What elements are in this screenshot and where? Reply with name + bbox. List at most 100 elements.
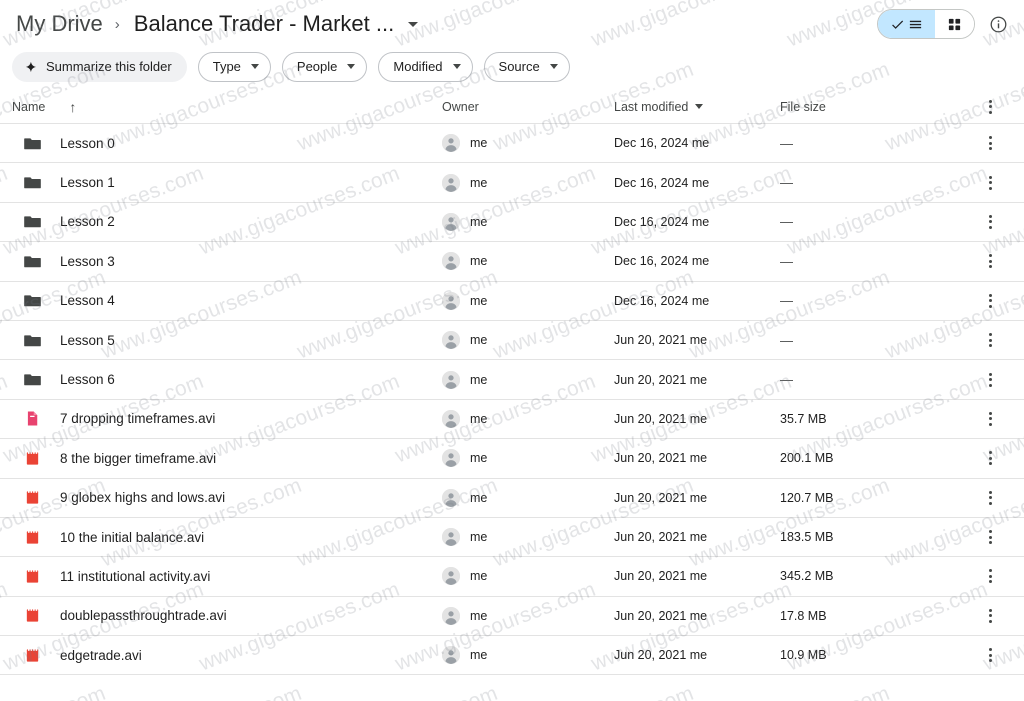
- more-options-icon[interactable]: [976, 602, 1004, 630]
- table-row[interactable]: 7 dropping timeframes.avi me Jun 20, 2021 …: [0, 400, 1024, 440]
- cell-name[interactable]: Lesson 1: [12, 173, 442, 193]
- filter-chip-people[interactable]: People: [281, 51, 368, 82]
- filter-chip-type[interactable]: Type: [197, 51, 271, 82]
- more-options-icon[interactable]: [976, 326, 1004, 354]
- more-options-icon[interactable]: [976, 129, 1004, 157]
- table-row[interactable]: 10 the initial balance.avi me Jun 20, 2021…: [0, 518, 1024, 558]
- table-row[interactable]: doublepassthroughtrade.avi me Jun 20, 2021…: [0, 597, 1024, 637]
- table-row[interactable]: Lesson 0 me Dec 16, 2024 me —: [0, 124, 1024, 164]
- column-header-owner[interactable]: Owner: [442, 100, 614, 114]
- cell-options[interactable]: [976, 562, 1012, 590]
- more-options-icon[interactable]: [976, 366, 1004, 394]
- item-name-label: 7 dropping timeframes.avi: [60, 411, 216, 427]
- file-list-body: Lesson 0 me Dec 16, 2024 me — Lesson 1 me Dec …: [0, 124, 1024, 676]
- grid-view-button[interactable]: [935, 10, 974, 38]
- cell-name[interactable]: Lesson 4: [12, 291, 442, 311]
- cell-owner: me: [442, 212, 614, 231]
- chevron-down-icon[interactable]: [408, 21, 419, 27]
- cell-options[interactable]: [976, 247, 1012, 275]
- cell-file-size: —: [780, 372, 976, 387]
- chevron-down-icon: [549, 64, 558, 69]
- breadcrumb-separator: ›: [114, 15, 120, 33]
- breadcrumb-current-folder[interactable]: Balance Trader - Market ...: [130, 8, 398, 40]
- header-actions: [877, 9, 1012, 39]
- table-row[interactable]: Lesson 2 me Dec 16, 2024 me —: [0, 203, 1024, 243]
- cell-options[interactable]: [976, 326, 1012, 354]
- table-row[interactable]: Lesson 3 me Dec 16, 2024 me —: [0, 242, 1024, 282]
- column-header-last-modified[interactable]: Last modified: [614, 100, 780, 114]
- cell-name[interactable]: 9 globex highs and lows.avi: [12, 488, 442, 508]
- column-header-name[interactable]: Name ↑: [12, 100, 442, 114]
- cell-name[interactable]: doublepassthroughtrade.avi: [12, 606, 442, 626]
- more-options-icon[interactable]: [976, 93, 1004, 121]
- item-name-label: Lesson 5: [60, 332, 115, 348]
- cell-owner: me: [442, 646, 614, 665]
- file-size-label: 183.5 MB: [780, 530, 834, 545]
- filter-chip-source[interactable]: Source: [483, 51, 570, 82]
- avatar: [442, 567, 460, 586]
- video-doc-icon: [22, 409, 42, 429]
- item-name-label: Lesson 6: [60, 372, 115, 388]
- more-options-icon[interactable]: [976, 208, 1004, 236]
- cell-name[interactable]: Lesson 6: [12, 370, 442, 390]
- more-options-icon[interactable]: [976, 444, 1004, 472]
- table-row[interactable]: Lesson 1 me Dec 16, 2024 me —: [0, 163, 1024, 203]
- filter-chip-modified[interactable]: Modified: [378, 51, 473, 82]
- cell-options[interactable]: [976, 641, 1012, 669]
- avatar-icon: [442, 606, 460, 625]
- file-size-label: 120.7 MB: [780, 490, 834, 505]
- table-row[interactable]: edgetrade.avi me Jun 20, 2021 me 10.9 MB: [0, 636, 1024, 676]
- more-options-icon[interactable]: [976, 405, 1004, 433]
- cell-name[interactable]: Lesson 3: [12, 251, 442, 271]
- cell-options[interactable]: [976, 523, 1012, 551]
- cell-name[interactable]: Lesson 2: [12, 212, 442, 232]
- breadcrumb-my-drive[interactable]: My Drive: [12, 8, 107, 40]
- column-header-file-size[interactable]: File size: [780, 100, 976, 114]
- info-button[interactable]: [989, 15, 1008, 34]
- file-size-label: —: [780, 253, 793, 269]
- cell-options[interactable]: [976, 484, 1012, 512]
- cell-name[interactable]: 11 institutional activity.avi: [12, 566, 442, 586]
- more-options-icon[interactable]: [976, 562, 1004, 590]
- cell-options[interactable]: [976, 287, 1012, 315]
- cell-file-size: 200.1 MB: [780, 451, 976, 465]
- avatar-icon: [442, 173, 460, 192]
- table-row[interactable]: 8 the bigger timeframe.avi me Jun 20, 2021…: [0, 439, 1024, 479]
- more-options-icon[interactable]: [976, 287, 1004, 315]
- more-options-icon[interactable]: [976, 641, 1004, 669]
- cell-options[interactable]: [976, 366, 1012, 394]
- cell-options[interactable]: [976, 129, 1012, 157]
- summarize-folder-button[interactable]: Summarize this folder: [12, 51, 187, 82]
- file-size-label: —: [780, 214, 793, 230]
- watermark-text: www.gigacourses.com: [490, 682, 697, 701]
- cell-last-modified: Jun 20, 2021 me: [614, 412, 780, 426]
- cell-options[interactable]: [976, 444, 1012, 472]
- avatar-icon: [442, 291, 460, 310]
- column-header-options[interactable]: [976, 93, 1012, 121]
- more-options-icon[interactable]: [976, 169, 1004, 197]
- cell-name[interactable]: 7 dropping timeframes.avi: [12, 409, 442, 429]
- cell-last-modified: Dec 16, 2024 me: [614, 294, 780, 308]
- folder-icon: [22, 212, 42, 232]
- cell-name[interactable]: 10 the initial balance.avi: [12, 527, 442, 547]
- owner-label: me: [470, 333, 488, 348]
- more-options-icon[interactable]: [976, 523, 1004, 551]
- table-row[interactable]: Lesson 4 me Dec 16, 2024 me —: [0, 282, 1024, 321]
- cell-options[interactable]: [976, 602, 1012, 630]
- table-row[interactable]: 9 globex highs and lows.avi me Jun 20, 202…: [0, 479, 1024, 518]
- table-row[interactable]: Lesson 5 me Jun 20, 2021 me —: [0, 321, 1024, 361]
- table-row[interactable]: 11 institutional activity.avi me Jun 20, 2…: [0, 557, 1024, 597]
- cell-name[interactable]: Lesson 5: [12, 330, 442, 350]
- cell-options[interactable]: [976, 208, 1012, 236]
- cell-name[interactable]: 8 the bigger timeframe.avi: [12, 448, 442, 468]
- more-options-icon[interactable]: [976, 484, 1004, 512]
- cell-options[interactable]: [976, 405, 1012, 433]
- cell-name[interactable]: Lesson 0: [12, 133, 442, 153]
- more-options-icon[interactable]: [976, 247, 1004, 275]
- list-view-button[interactable]: [878, 10, 935, 38]
- table-row[interactable]: Lesson 6 me Jun 20, 2021 me —: [0, 360, 1024, 400]
- cell-options[interactable]: [976, 169, 1012, 197]
- last-modified-label: Dec 16, 2024 me: [614, 136, 710, 151]
- cell-name[interactable]: edgetrade.avi: [12, 645, 442, 665]
- cell-owner: me: [442, 173, 614, 192]
